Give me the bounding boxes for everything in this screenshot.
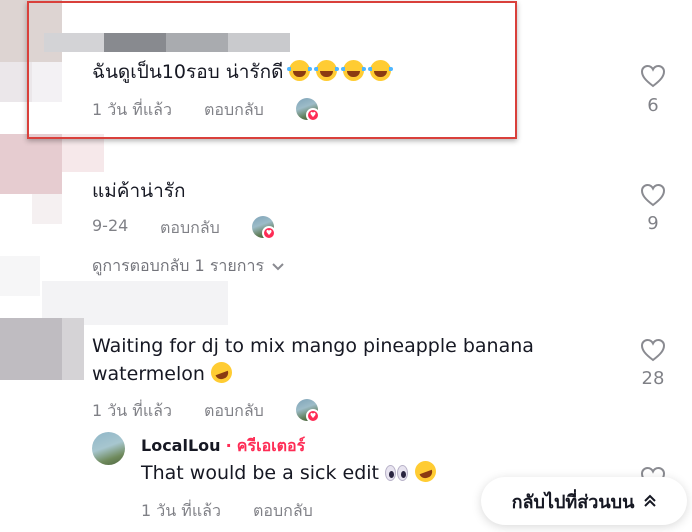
heart-outline-icon[interactable]: [640, 64, 666, 88]
comment-time: 1 วัน ที่แล้ว: [92, 100, 172, 119]
pixelated-avatar: [0, 62, 32, 102]
reply-time: 1 วัน ที่แล้ว: [141, 501, 221, 520]
laughing-tears-emoji: [314, 60, 340, 81]
pixelated-avatar: [32, 62, 62, 102]
view-replies-button[interactable]: ดูการตอบกลับ 1 รายการ: [92, 254, 284, 279]
pixelated-username: [44, 33, 104, 52]
creator-liked-heart-icon: ♥: [306, 409, 320, 423]
comment-time: 1 วัน ที่แล้ว: [92, 401, 172, 420]
rofl-emoji: [412, 458, 439, 485]
like-count: 6: [647, 95, 659, 116]
reply-button[interactable]: ตอบกลับ: [204, 399, 264, 424]
reply-button[interactable]: ตอบกลับ: [204, 98, 264, 123]
reply-button[interactable]: ตอบกลับ: [160, 216, 220, 241]
rofl-emoji: [207, 359, 235, 386]
comment-text: แม่ค้าน่ารัก: [92, 180, 186, 202]
reply-username-row: LocalLou · ครีเอเตอร์: [141, 434, 305, 459]
creator-liked-heart-icon: ♥: [262, 226, 276, 240]
pixelated-avatar: [62, 134, 104, 172]
creator-badge: ครีเอเตอร์: [236, 436, 306, 455]
pixelated-username: [166, 33, 228, 52]
back-to-top-button[interactable]: กลับไปที่ส่วนบน: [481, 477, 687, 525]
laughing-tears-emoji: [341, 60, 367, 81]
pixelated-avatar: [0, 134, 62, 194]
pixelated-avatar: [62, 318, 84, 380]
double-chevron-up-icon: [644, 494, 657, 507]
comment-time: 9-24: [92, 216, 129, 235]
like-count: 9: [647, 213, 659, 234]
comment-text-content: watermelon: [92, 363, 205, 385]
pixelated-avatar: [0, 0, 62, 62]
username[interactable]: LocalLou: [141, 436, 221, 455]
back-to-top-label: กลับไปที่ส่วนบน: [511, 491, 635, 513]
heart-outline-icon[interactable]: [640, 183, 666, 207]
comment-text: watermelon: [92, 359, 235, 388]
avatar[interactable]: [92, 432, 125, 465]
comment-text-content: ฉันดูเป็น10รอบ น่ารักดี: [92, 61, 284, 83]
separator: ·: [225, 436, 232, 455]
pixelated-avatar: [0, 256, 40, 296]
reply-button[interactable]: ตอบกลับ: [253, 499, 313, 524]
pixelated-avatar: [0, 318, 62, 380]
pixelated-avatar: [32, 194, 62, 224]
pixelated-username: [104, 33, 166, 52]
comment-text: Waiting for dj to mix mango pineapple ba…: [92, 335, 534, 357]
chevron-down-icon: [272, 262, 284, 270]
comment-text: ฉันดูเป็น10รอบ น่ารักดี: [92, 59, 394, 86]
laughing-tears-emoji: [368, 60, 394, 81]
creator-liked-heart-icon: ♥: [306, 108, 320, 122]
reply-text: That would be a sick edit: [141, 458, 439, 487]
view-replies-label: ดูการตอบกลับ 1 รายการ: [92, 256, 265, 275]
pixelated-username: [228, 33, 290, 52]
eyes-emoji: [384, 465, 409, 481]
like-count: 28: [641, 368, 665, 389]
laughing-tears-emoji: [287, 60, 313, 81]
heart-outline-icon[interactable]: [640, 338, 666, 362]
reply-text-content: That would be a sick edit: [141, 462, 379, 484]
